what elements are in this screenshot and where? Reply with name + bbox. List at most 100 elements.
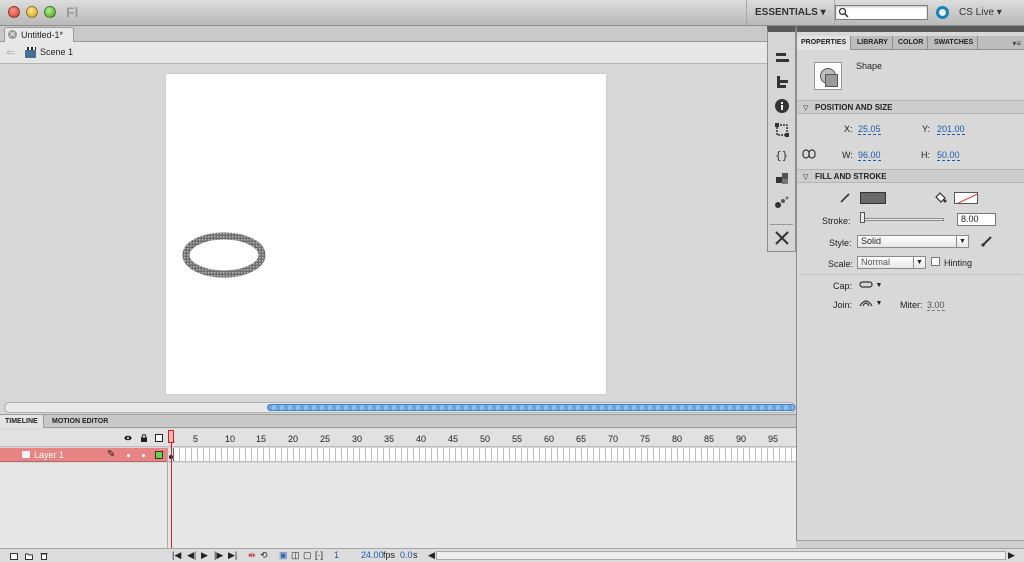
x-value[interactable]: 25.05 [858, 124, 881, 135]
link-chain-icon[interactable] [802, 149, 816, 159]
h-label: H: [921, 150, 930, 160]
scene-label[interactable]: Scene 1 [40, 47, 73, 57]
tab-motion-editor[interactable]: MOTION EDITOR [47, 415, 113, 428]
code-snippets-icon[interactable]: {} [774, 146, 790, 162]
document-tab-bar: ✕ Untitled-1* [0, 26, 768, 42]
scale-select[interactable]: Normal ▼ [857, 256, 926, 269]
chevron-down-icon: ▼ [956, 236, 968, 247]
miter-value[interactable]: 3.00 [927, 300, 945, 311]
zoom-window-button[interactable] [44, 6, 56, 18]
tab-library[interactable]: LIBRARY [853, 36, 893, 50]
lock-icon[interactable] [140, 434, 148, 442]
step-back-icon[interactable]: ◀| [187, 550, 196, 561]
timeline-divider[interactable] [167, 448, 168, 548]
miter-label: Miter: [900, 300, 923, 310]
frame-number: 75 [640, 434, 651, 444]
new-layer-icon[interactable] [10, 552, 18, 560]
panel-drag-bar[interactable] [797, 26, 1024, 32]
section-title: FILL AND STROKE [815, 172, 887, 181]
w-value[interactable]: 96.00 [858, 150, 881, 161]
scroll-left-icon[interactable]: ◀ [428, 550, 435, 561]
h-value[interactable]: 50.00 [937, 150, 960, 161]
help-search-input[interactable] [835, 5, 928, 20]
info-icon[interactable] [774, 98, 790, 114]
eye-icon[interactable] [124, 434, 132, 442]
scroll-right-icon[interactable]: ▶ [1008, 550, 1015, 561]
edit-multiple-frames-icon[interactable]: ▢ [303, 550, 312, 561]
tools-icon[interactable] [774, 230, 790, 246]
stroke-style-value: Solid [861, 236, 882, 246]
frame-number: 30 [352, 434, 363, 444]
position-size-section-header[interactable]: ▽ POSITION AND SIZE [797, 100, 1024, 114]
fill-color-swatch[interactable] [954, 192, 978, 204]
scrollbar-thumb[interactable] [267, 404, 795, 411]
loop-icon[interactable]: ⟲ [260, 550, 268, 561]
current-frame-value[interactable]: 1 [334, 550, 339, 560]
motion-presets-icon[interactable] [774, 194, 790, 210]
frame-number: 95 [768, 434, 779, 444]
back-arrow-icon[interactable]: ⇐ [6, 46, 15, 59]
playhead[interactable] [168, 430, 174, 443]
stroke-slider-track[interactable] [860, 218, 944, 221]
components-icon[interactable] [774, 170, 790, 186]
step-forward-icon[interactable]: |▶ [214, 550, 223, 561]
go-to-last-frame-icon[interactable]: ▶| [228, 550, 237, 561]
ellipse-shape[interactable] [166, 74, 606, 394]
scale-label: Scale: [828, 259, 854, 269]
tab-color[interactable]: COLOR [894, 36, 929, 50]
visibility-dot[interactable] [127, 454, 130, 457]
cs-live-menu[interactable]: CS Live ▾ [959, 0, 1002, 26]
layer-frames[interactable] [168, 448, 796, 462]
transform-icon[interactable] [774, 122, 790, 138]
frame-number: 90 [736, 434, 747, 444]
tab-properties[interactable]: PROPERTIES [797, 36, 852, 50]
tab-timeline[interactable]: TIMELINE [0, 415, 44, 428]
cs-live-icon[interactable] [936, 6, 949, 19]
stage-horizontal-scrollbar[interactable] [4, 402, 796, 413]
panel-menu-icon[interactable]: ▾≡ [1012, 39, 1021, 48]
modify-markers-icon[interactable]: [·] [315, 550, 323, 560]
elapsed-time-value[interactable]: 0.0 [400, 550, 413, 560]
stroke-style-select[interactable]: Solid ▼ [857, 235, 969, 248]
flash-logo: Fl [66, 4, 79, 20]
workspace-switcher[interactable]: ESSENTIALS ▾ [746, 0, 835, 26]
align-panel-icon[interactable] [774, 50, 790, 66]
panel-resize-bar[interactable] [796, 540, 1024, 548]
hinting-checkbox[interactable] [931, 257, 940, 266]
timeline-horizontal-scrollbar[interactable] [436, 551, 1006, 560]
fps-value[interactable]: 24.00 [361, 550, 384, 560]
join-select[interactable]: ▼ [859, 298, 882, 309]
new-folder-icon[interactable] [25, 552, 33, 560]
svg-text:{}: {} [775, 149, 788, 162]
layer-name[interactable]: Layer 1 [34, 450, 64, 460]
cap-select[interactable]: ▼ [859, 280, 882, 291]
play-icon[interactable]: ▶ [201, 550, 208, 561]
y-value[interactable]: 201.00 [937, 124, 965, 135]
fill-stroke-section-header[interactable]: ▽ FILL AND STROKE [797, 169, 1024, 183]
trash-icon[interactable] [40, 552, 48, 560]
stage-canvas[interactable] [166, 74, 606, 394]
go-to-first-frame-icon[interactable]: |◀ [172, 550, 181, 561]
stroke-width-input[interactable]: 8.00 [957, 213, 996, 226]
center-frame-icon[interactable]: ⇹ [248, 550, 256, 561]
close-window-button[interactable] [8, 6, 20, 18]
tab-swatches[interactable]: SWATCHES [930, 36, 979, 50]
layers-panel-icon[interactable] [774, 74, 790, 90]
onion-outline-icon[interactable]: ◫ [291, 550, 300, 561]
outline-color-swatch[interactable] [155, 451, 163, 459]
document-tab[interactable]: ✕ Untitled-1* [4, 27, 74, 42]
pencil-icon [840, 193, 850, 203]
minimize-window-button[interactable] [26, 6, 38, 18]
onion-skin-icon[interactable]: ▣ [279, 550, 288, 561]
y-label: Y: [922, 124, 931, 134]
edit-stroke-style-icon[interactable] [980, 234, 994, 248]
layer-row[interactable]: Layer 1 ✎ [0, 448, 168, 462]
cap-label: Cap: [833, 281, 853, 291]
stroke-color-swatch[interactable] [860, 192, 886, 204]
fps-unit: fps [383, 550, 396, 560]
frame-ruler[interactable]: 1 5 10 15 20 25 30 35 40 45 50 55 60 65 … [168, 429, 796, 447]
lock-dot[interactable] [142, 454, 145, 457]
close-icon[interactable]: ✕ [8, 30, 17, 39]
stroke-slider-thumb[interactable] [860, 212, 865, 223]
outline-icon[interactable] [155, 434, 163, 442]
